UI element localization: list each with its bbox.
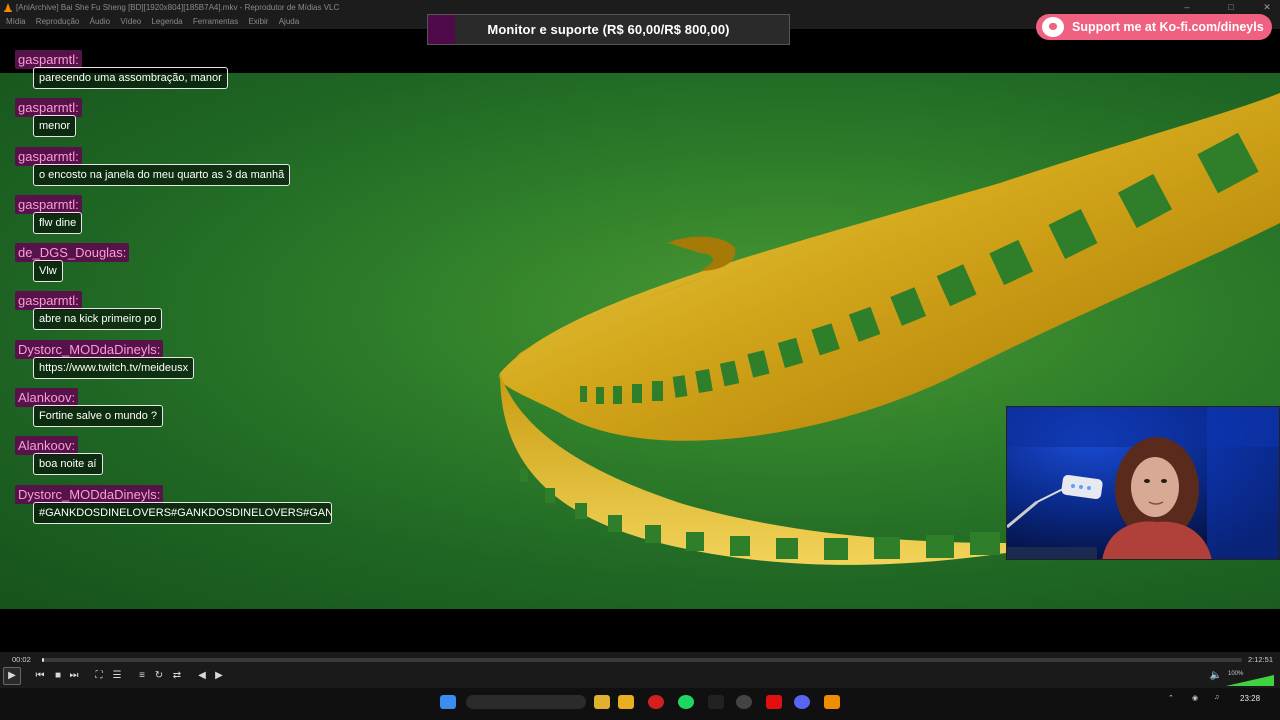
menu-ferramentas[interactable]: Ferramentas [193, 17, 238, 26]
chat-message: Alankoov: Fortine salve o mundo ? [15, 386, 345, 434]
chat-message: gasparmtl: flw dine [15, 193, 345, 241]
kofi-text: Support me at Ko-fi.com/dineyls [1072, 20, 1264, 34]
chat-text: flw dine [33, 211, 83, 234]
discord-icon[interactable] [794, 695, 810, 709]
menu-ajuda[interactable]: Ajuda [279, 17, 299, 26]
taskbar-search[interactable] [466, 695, 586, 709]
chat-text: parecendo uma assombração, manor [33, 67, 228, 89]
start-icon[interactable] [440, 695, 456, 709]
chat-message: Dystorc_MODdaDineyls: #GANKDOSDINELOVERS… [15, 483, 345, 531]
tray-chevron-icon[interactable]: ⌃ [1168, 694, 1174, 702]
webcam-feed [1006, 406, 1280, 560]
chat-text: abre na kick primeiro po [33, 308, 163, 331]
seek-bar-played [42, 658, 45, 662]
taskbar-clock: 23:28 [1240, 694, 1261, 703]
taskbar: ⌃ ◉ ♫ 23:28 [0, 688, 1280, 720]
chat-message: Dystorc_MODdaDineyls: https://www.twitch… [15, 338, 345, 386]
chat-username: gasparmtl: [15, 146, 82, 166]
minimize-button[interactable]: – [1174, 0, 1200, 15]
seek-bar[interactable] [42, 658, 1242, 662]
next-icon[interactable]: ⏭ [67, 669, 81, 683]
frame-back-icon[interactable]: ◀ [195, 669, 209, 683]
app-icon[interactable] [708, 695, 724, 709]
kofi-badge: Support me at Ko-fi.com/dineyls [1036, 14, 1272, 40]
chat-text: Vlw [33, 260, 63, 283]
frame-forward-icon[interactable]: ▶ [212, 669, 226, 683]
goal-text: Monitor e suporte (R$ 60,00/R$ 800,00) [487, 22, 730, 37]
shuffle-icon[interactable]: ⇄ [170, 669, 184, 683]
chat-username: Dystorc_MODdaDineyls: [15, 484, 164, 504]
vlc-cone-icon [4, 3, 12, 12]
chat-text: boa noite aí [33, 453, 103, 476]
chat-text: Fortine salve o mundo ? [33, 405, 164, 428]
total-time: 2:12:51 [1248, 655, 1274, 664]
menu-legenda[interactable]: Legenda [151, 17, 182, 26]
chat-message: gasparmtl: parecendo uma assombração, ma… [15, 48, 345, 96]
menu-midia[interactable]: Mídia [6, 17, 26, 26]
maximize-button[interactable]: □ [1218, 0, 1244, 15]
chat-overlay: gasparmtl: parecendo uma assombração, ma… [15, 48, 345, 531]
chat-text: #GANKDOSDINELOVERS#GANKDOSDINELOVERS#GAN… [33, 501, 332, 524]
webcam-image [1007, 407, 1279, 559]
title-bar: [AniArchive] Bai She Fu Sheng [BD][1920x… [0, 0, 1280, 15]
previous-icon[interactable]: ⏮ [33, 669, 47, 683]
chat-text: o encosto na janela do meu quarto as 3 d… [33, 163, 291, 186]
chat-message: gasparmtl: abre na kick primeiro po [15, 289, 345, 337]
menu-exibir[interactable]: Exibir [248, 17, 268, 26]
vlc-taskbar-icon[interactable] [824, 695, 840, 709]
menu-video[interactable]: Vídeo [120, 17, 141, 26]
player-controls: 00:02 2:12:51 ▶ ⏮ ■ ⏭ ⛶ ☰ ≡ ↻ ⇄ ◀ ▶ 🔈 10… [0, 652, 1280, 688]
loop-icon[interactable]: ↻ [152, 669, 166, 683]
app-icon[interactable] [648, 695, 664, 709]
chat-message: gasparmtl: menor [15, 96, 345, 144]
goal-banner: Monitor e suporte (R$ 60,00/R$ 800,00) [427, 14, 790, 45]
play-button[interactable]: ▶ [3, 667, 21, 685]
volume-slider[interactable] [1226, 675, 1274, 686]
app-icon[interactable] [766, 695, 782, 709]
vlc-window: [AniArchive] Bai She Fu Sheng [BD][1920x… [0, 0, 1280, 720]
menu-reproducao[interactable]: Reprodução [36, 17, 80, 26]
chat-text: https://www.twitch.tv/meideusx [33, 356, 195, 379]
volume-tray-icon[interactable]: ♫ [1214, 694, 1219, 701]
wifi-icon[interactable]: ◉ [1192, 694, 1198, 702]
kofi-cup-icon [1042, 17, 1064, 37]
window-title: [AniArchive] Bai She Fu Sheng [BD][1920x… [16, 3, 340, 12]
extended-settings-icon[interactable]: ☰ [110, 669, 124, 683]
playlist-icon[interactable]: ≡ [135, 669, 149, 683]
menu-audio[interactable]: Áudio [90, 17, 110, 26]
chat-text: menor [33, 115, 77, 138]
widget-icon[interactable] [594, 695, 610, 709]
speaker-icon[interactable]: 🔈 [1209, 669, 1223, 683]
fullscreen-icon[interactable]: ⛶ [92, 669, 106, 683]
chat-message: de_DGS_Douglas: Vlw [15, 241, 345, 289]
app-icon[interactable] [736, 695, 752, 709]
video-letterbox-bottom [0, 609, 1280, 652]
chat-message: gasparmtl: o encosto na janela do meu qu… [15, 145, 345, 193]
stop-icon[interactable]: ■ [51, 669, 65, 683]
chat-username: de_DGS_Douglas: [15, 243, 130, 263]
chat-username: Dystorc_MODdaDineyls: [15, 339, 164, 359]
close-button[interactable]: ✕ [1254, 0, 1280, 15]
chat-message: Alankoov: boa noite aí [15, 434, 345, 482]
spotify-icon[interactable] [678, 695, 694, 709]
elapsed-time: 00:02 [12, 655, 31, 664]
file-explorer-icon[interactable] [618, 695, 634, 709]
